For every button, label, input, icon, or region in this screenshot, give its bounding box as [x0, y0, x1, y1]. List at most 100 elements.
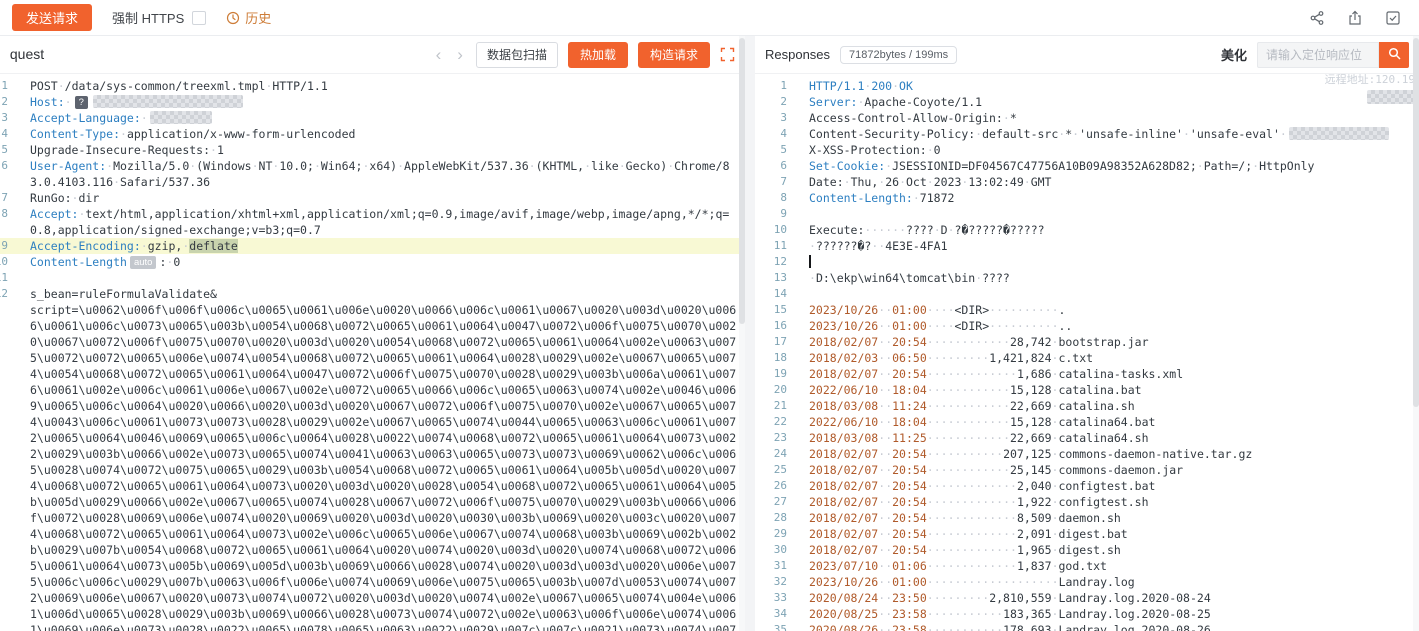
code-text: ·············2,040·configtest.bat	[927, 479, 1156, 493]
line-number-gutter: 19	[755, 366, 801, 382]
line-number-gutter: 27	[755, 494, 801, 510]
code-text: Accept-Language:	[30, 111, 141, 125]
code-text: 2023/07/10··01:06	[809, 559, 927, 573]
code-line-content	[809, 254, 1419, 270]
code-line: 252018/02/07··20:54············25,145·co…	[755, 462, 1419, 478]
hot-reload-button[interactable]: 热加载	[568, 42, 628, 68]
line-number-gutter: 11	[755, 238, 801, 254]
packet-scan-button[interactable]: 数据包扫描	[476, 42, 558, 68]
locate-response-input[interactable]	[1257, 42, 1379, 68]
code-line-content: 2018/02/07··20:54·············8,509·daem…	[809, 510, 1419, 526]
code-line-content: Content-Security-Policy:·default-src·*·'…	[809, 126, 1419, 142]
inline-hint-badge: ?	[75, 96, 88, 109]
code-line: 12 s_bean=ruleFormulaValidate&script=\u00…	[0, 286, 745, 631]
code-line-content: 2018/02/07··20:54···········207,125·comm…	[809, 446, 1419, 462]
code-line-content: ·??????�?··4E3E-4FA1	[809, 238, 1419, 254]
line-number-gutter: 30	[755, 542, 801, 558]
beautify-button[interactable]: 美化	[1221, 45, 1247, 64]
code-line-content: ·D:\ekp\win64\tomcat\bin·????	[809, 270, 1419, 286]
line-number-gutter: 5	[755, 142, 801, 158]
code-text: X-XSS-Protection:·0	[809, 143, 941, 157]
line-number-gutter: 12	[0, 286, 10, 631]
code-text: 2018/02/07··20:54	[809, 447, 927, 461]
code-line: 182018/02/03··06:50·········1,421,824·c.…	[755, 350, 1419, 366]
code-line: 6User-Agent:·Mozilla/5.0·(Windows·NT·10.…	[0, 158, 745, 190]
expand-icon[interactable]	[720, 47, 735, 62]
code-text: ············15,128·catalina.bat	[927, 383, 1142, 397]
line-number-gutter: 22	[755, 414, 801, 430]
line-number-gutter: 23	[755, 430, 801, 446]
code-text: 2020/08/25··23:58	[809, 607, 927, 621]
code-text: 2020/08/24··23:50	[809, 591, 927, 605]
line-number-gutter: 3	[755, 110, 801, 126]
request-panel: Request ‹ › 数据包扫描 热加载 构造请求 1POST·/data/s…	[0, 36, 745, 631]
force-https-checkbox[interactable]	[192, 11, 206, 25]
prev-response-button[interactable]: ‹	[433, 46, 445, 63]
code-text: ·Mozilla/5.0·(Windows·NT·10.0;·Win64;·x6…	[30, 159, 730, 189]
response-meta-badge: 71872bytes / 199ms	[840, 46, 957, 64]
code-line-content: 2023/10/26··01:00····<DIR>··········..	[809, 318, 1419, 334]
line-number-gutter: 20	[755, 382, 801, 398]
code-text: Execute:······????·D·?�?????�?????	[809, 223, 1045, 237]
code-line: 11	[0, 270, 745, 286]
history-button[interactable]: 历史	[226, 8, 271, 27]
search-button[interactable]	[1379, 42, 1409, 68]
code-line-content: Content-Type:·application/x-www-form-url…	[30, 126, 745, 142]
code-line-content: 2023/10/26··01:00····<DIR>··········.	[809, 302, 1419, 318]
code-line: 272018/02/07··20:54·············1,922·co…	[755, 494, 1419, 510]
send-request-button[interactable]: 发送请求	[12, 4, 92, 31]
code-line-content: Accept-Encoding:·gzip,·deflate	[30, 238, 745, 254]
line-number-gutter: 9	[755, 206, 801, 222]
code-text: ···················Landray.log	[927, 575, 1135, 589]
code-text: Accept:	[30, 207, 78, 221]
export-icon[interactable]	[1347, 10, 1363, 26]
line-number-gutter: 29	[755, 526, 801, 542]
line-number-gutter: 4	[755, 126, 801, 142]
code-line: 8Accept:·text/html,application/xhtml+xml…	[0, 206, 745, 238]
request-scrollbar[interactable]	[739, 36, 745, 631]
line-number-gutter: 7	[755, 174, 801, 190]
code-line: 262018/02/07··20:54·············2,040·co…	[755, 478, 1419, 494]
share-icon[interactable]	[1309, 10, 1325, 26]
next-response-button[interactable]: ›	[454, 46, 466, 63]
force-https-toggle[interactable]: 强制 HTTPS	[112, 8, 206, 27]
code-line: 152023/10/26··01:00····<DIR>··········.	[755, 302, 1419, 318]
line-number-gutter: 33	[755, 590, 801, 606]
panel-divider[interactable]	[745, 36, 755, 631]
request-editor[interactable]: 1POST·/data/sys-common/treexml.tmpl·HTTP…	[0, 74, 745, 631]
code-line-content: Upgrade-Insecure-Requests:·1	[30, 142, 745, 158]
line-number-gutter: 31	[755, 558, 801, 574]
code-text: s_bean=ruleFormulaValidate&	[30, 287, 217, 301]
code-text: Content-Length:	[809, 191, 913, 205]
line-number-gutter: 7	[0, 190, 10, 206]
code-line: 4 Content-Security-Policy:·default-src·*·…	[755, 126, 1419, 142]
code-line: 5 X-XSS-Protection:·0	[755, 142, 1419, 158]
response-scrollbar[interactable]	[1413, 36, 1419, 631]
code-line-content: 2022/06/10··18:04············15,128·cata…	[809, 382, 1419, 398]
code-text: ············15,128·catalina64.bat	[927, 415, 1156, 429]
code-line-content: 2020/08/25··23:58···········183,365·Land…	[809, 606, 1419, 622]
response-editor[interactable]: 远程地址:120.19 1HTTP/1.1·200·OK2Server:·Apa…	[755, 74, 1419, 631]
line-number-gutter: 3	[0, 110, 10, 126]
code-line: 162023/10/26··01:00····<DIR>··········..	[755, 318, 1419, 334]
code-line: 192018/02/07··20:54·············1,686·ca…	[755, 366, 1419, 382]
code-text: script=\u0062\u006f\u006f\u006c\u0065\u0…	[30, 303, 736, 631]
build-request-button[interactable]: 构造请求	[638, 42, 710, 68]
line-number-gutter: 34	[755, 606, 801, 622]
line-number-gutter: 25	[755, 462, 801, 478]
code-text: ·Apache-Coyote/1.1	[857, 95, 982, 109]
redacted-blur	[150, 111, 212, 124]
code-text: ············22,669·catalina64.sh	[927, 431, 1149, 445]
line-number-gutter: 17	[755, 334, 801, 350]
line-number-gutter: 1	[755, 78, 801, 94]
code-line: 20 2022/06/10··18:04············15,128·ca…	[755, 382, 1419, 398]
edit-check-icon[interactable]	[1385, 10, 1401, 26]
code-line-content: 2022/06/10··18:04············15,128·cata…	[809, 414, 1419, 430]
code-line-content: 2018/02/07··20:54·············1,965·dige…	[809, 542, 1419, 558]
code-text: 2022/06/10··18:04	[809, 383, 927, 397]
code-text: ············25,145·commons-daemon.jar	[927, 463, 1183, 477]
code-text: :·0	[159, 255, 180, 269]
code-line-content: Content-Lengthauto:·0	[30, 254, 745, 270]
code-text: 2023/10/26··01:00	[809, 303, 927, 317]
line-number-gutter: 13	[755, 270, 801, 286]
